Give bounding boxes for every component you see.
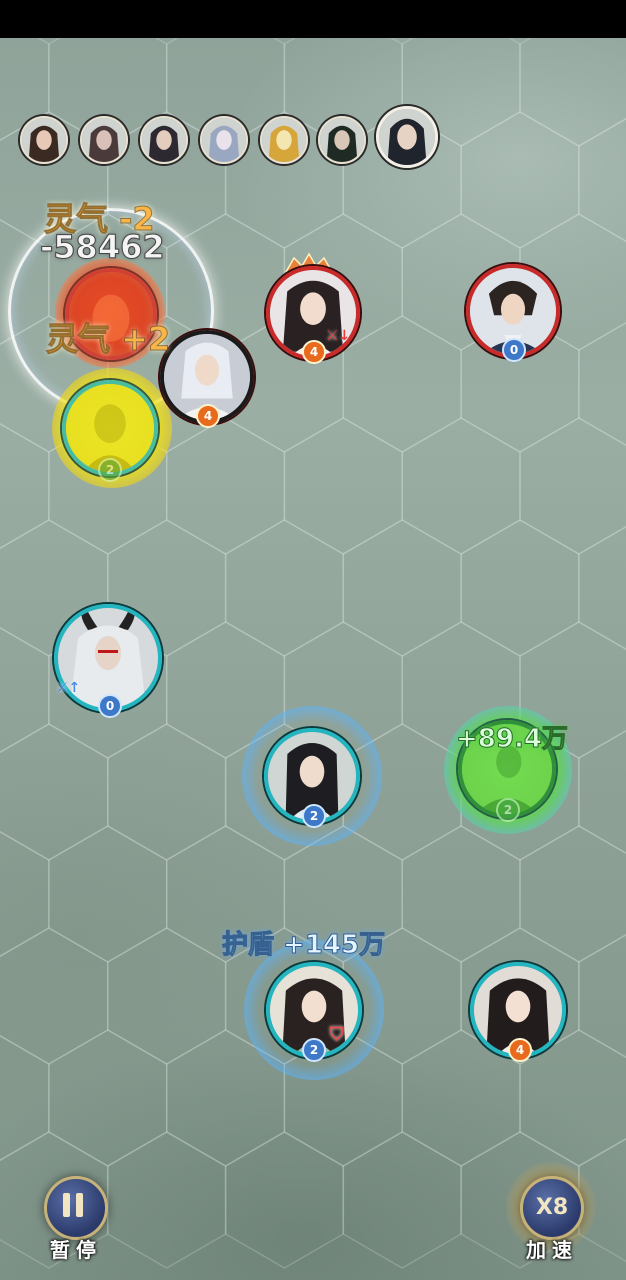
hex-cell[interactable] bbox=[460, 111, 580, 249]
battle-board: 2 4 4 ⚔↓ 0 0 ⚔↑ 2 2 2 ⛉ 4 灵气 -2 -58462 灵… bbox=[0, 38, 626, 1280]
speed-label: 加速 bbox=[526, 1238, 578, 1262]
qi-gain-text: 灵气 +2 bbox=[45, 320, 171, 359]
hex-cell[interactable] bbox=[342, 315, 462, 453]
hex-cell[interactable] bbox=[401, 825, 521, 963]
pause-label: 暂停 bbox=[50, 1238, 102, 1262]
turn-slot-3 bbox=[140, 116, 188, 164]
hex-cell[interactable] bbox=[107, 1131, 227, 1269]
unit-level-badge: 2 bbox=[302, 1038, 326, 1062]
unit-level-badge: 4 bbox=[196, 404, 220, 428]
turn-slot-6 bbox=[318, 116, 366, 164]
hex-cell[interactable] bbox=[107, 723, 227, 861]
turn-slot-4 bbox=[200, 116, 248, 164]
turn-slot-2 bbox=[80, 116, 128, 164]
hex-cell[interactable] bbox=[0, 723, 109, 861]
unit-level-badge: 0 bbox=[502, 338, 526, 362]
hex-cell[interactable] bbox=[519, 825, 626, 963]
hex-cell[interactable] bbox=[0, 927, 109, 1065]
hex-cell[interactable] bbox=[519, 38, 626, 147]
hex-cell[interactable] bbox=[401, 417, 521, 555]
turn-slot-1 bbox=[20, 116, 68, 164]
turn-slot-7-current bbox=[376, 106, 438, 168]
unit-level-badge: 2 bbox=[302, 804, 326, 828]
unit-level-badge: 2 bbox=[496, 798, 520, 822]
unit-ally-female-bottom-right[interactable]: 4 bbox=[470, 962, 566, 1062]
hex-cell[interactable] bbox=[224, 519, 345, 657]
unit-ally-horned-demon[interactable]: 0 ⚔↑ bbox=[54, 604, 162, 718]
hex-cell[interactable] bbox=[519, 417, 626, 555]
unit-level-badge: 4 bbox=[508, 1038, 532, 1062]
unit-level-badge: 4 bbox=[302, 340, 326, 364]
hex-cell[interactable] bbox=[460, 519, 580, 657]
hex-cell[interactable] bbox=[107, 927, 227, 1065]
hex-cell[interactable] bbox=[342, 519, 462, 657]
pause-icon bbox=[63, 1193, 83, 1217]
attack-down-icon: ⚔↓ bbox=[326, 328, 351, 344]
unit-ally-yellow[interactable]: 2 bbox=[62, 380, 158, 482]
speed-button[interactable]: X8 bbox=[520, 1176, 584, 1240]
defense-up-icon: ⚔↑ bbox=[56, 680, 81, 696]
unit-enemy-female-top[interactable]: 4 ⚔↓ bbox=[266, 266, 360, 364]
unit-enemy-male-top-right[interactable]: 0 bbox=[466, 264, 560, 362]
speed-value: X8 bbox=[535, 1195, 569, 1220]
unit-ally-male-center[interactable]: 2 bbox=[264, 728, 360, 828]
shield-buff-icon: ⛉ bbox=[330, 1024, 344, 1045]
unit-ally-female-shielded[interactable]: 2 ⛉ bbox=[266, 962, 362, 1062]
unit-level-badge: 2 bbox=[98, 458, 122, 482]
shield-text: 护盾 +145万 bbox=[221, 930, 386, 961]
hex-cell[interactable] bbox=[224, 1131, 345, 1269]
damage-text: -58462 bbox=[40, 228, 166, 267]
unit-level-badge: 0 bbox=[98, 694, 122, 718]
hex-cell[interactable] bbox=[165, 417, 286, 555]
turn-slot-5 bbox=[260, 116, 308, 164]
hex-cell[interactable] bbox=[48, 825, 168, 963]
hex-cell[interactable] bbox=[283, 417, 403, 555]
pause-button[interactable] bbox=[44, 1176, 108, 1240]
hex-cell[interactable] bbox=[48, 1029, 168, 1167]
hex-cell[interactable] bbox=[342, 1131, 462, 1269]
unit-enemy-white-hair[interactable]: 4 bbox=[160, 330, 254, 428]
heal-text: +89.4万 bbox=[456, 724, 569, 755]
status-bar bbox=[0, 0, 626, 38]
